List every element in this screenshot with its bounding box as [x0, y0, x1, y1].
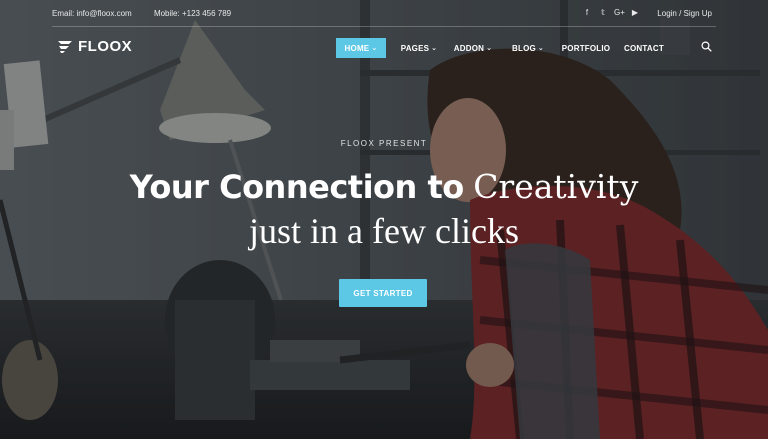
nav-label: PORTFOLIO	[561, 43, 611, 53]
google-plus-icon[interactable]: G+	[614, 8, 625, 17]
headline-serif-part: Creativity	[473, 167, 639, 206]
login-signup-link[interactable]: Login / Sign Up	[657, 9, 712, 18]
social-links: f 𝕥 G+ ▶	[582, 8, 640, 17]
nav-label: PAGES	[400, 43, 430, 53]
nav-item-addon[interactable]: ADDON ⌄	[446, 38, 500, 58]
email-text: Email: info@floox.com	[52, 9, 132, 18]
chevron-down-icon: ⌄	[537, 45, 544, 52]
hero-headline: Your Connection to Creativity	[0, 167, 768, 207]
chevron-down-icon: ⌄	[431, 45, 438, 52]
get-started-button[interactable]: GET STARTED	[339, 279, 427, 307]
top-bar: Email: info@floox.com Mobile: +123 456 7…	[0, 0, 768, 26]
nav-item-blog[interactable]: BLOG ⌄	[500, 38, 556, 58]
main-nav: HOME ⌄ PAGES ⌄ ADDON ⌄ BLOG ⌄ PORTFOLIO …	[336, 38, 672, 58]
chevron-down-icon: ⌄	[371, 45, 378, 52]
top-divider	[52, 26, 716, 27]
nav-label: BLOG	[512, 43, 536, 53]
nav-label: HOME	[344, 43, 370, 53]
twitter-icon[interactable]: 𝕥	[598, 8, 608, 17]
hero-eyebrow: FLOOX PRESENT	[340, 139, 428, 148]
chevron-down-icon: ⌄	[486, 45, 493, 52]
youtube-icon[interactable]: ▶	[630, 8, 640, 17]
nav-label: ADDON	[453, 43, 485, 53]
mobile-text: Mobile: +123 456 789	[153, 9, 232, 18]
facebook-icon[interactable]: f	[582, 8, 592, 17]
nav-item-home[interactable]: HOME ⌄	[336, 38, 386, 58]
hero-subline: just in a few clicks	[249, 211, 519, 251]
search-icon[interactable]	[701, 41, 712, 52]
nav-label: CONTACT	[624, 43, 664, 53]
brand-name: FLOOX	[78, 38, 133, 55]
nav-item-pages[interactable]: PAGES ⌄	[392, 38, 446, 58]
nav-item-contact[interactable]: CONTACT	[616, 38, 672, 58]
brand-logo[interactable]: FLOOX	[56, 38, 132, 55]
contact-info: Email: info@floox.com Mobile: +123 456 7…	[52, 9, 251, 18]
floox-logo-icon	[58, 40, 72, 53]
headline-bold-part: Your Connection to	[129, 168, 465, 206]
nav-item-portfolio[interactable]: PORTFOLIO	[556, 38, 616, 58]
